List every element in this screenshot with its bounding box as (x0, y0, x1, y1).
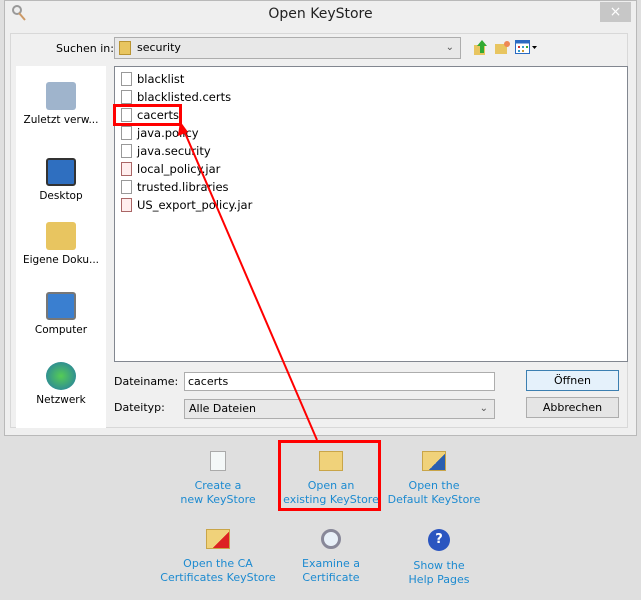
annotation-arrow (178, 121, 318, 441)
